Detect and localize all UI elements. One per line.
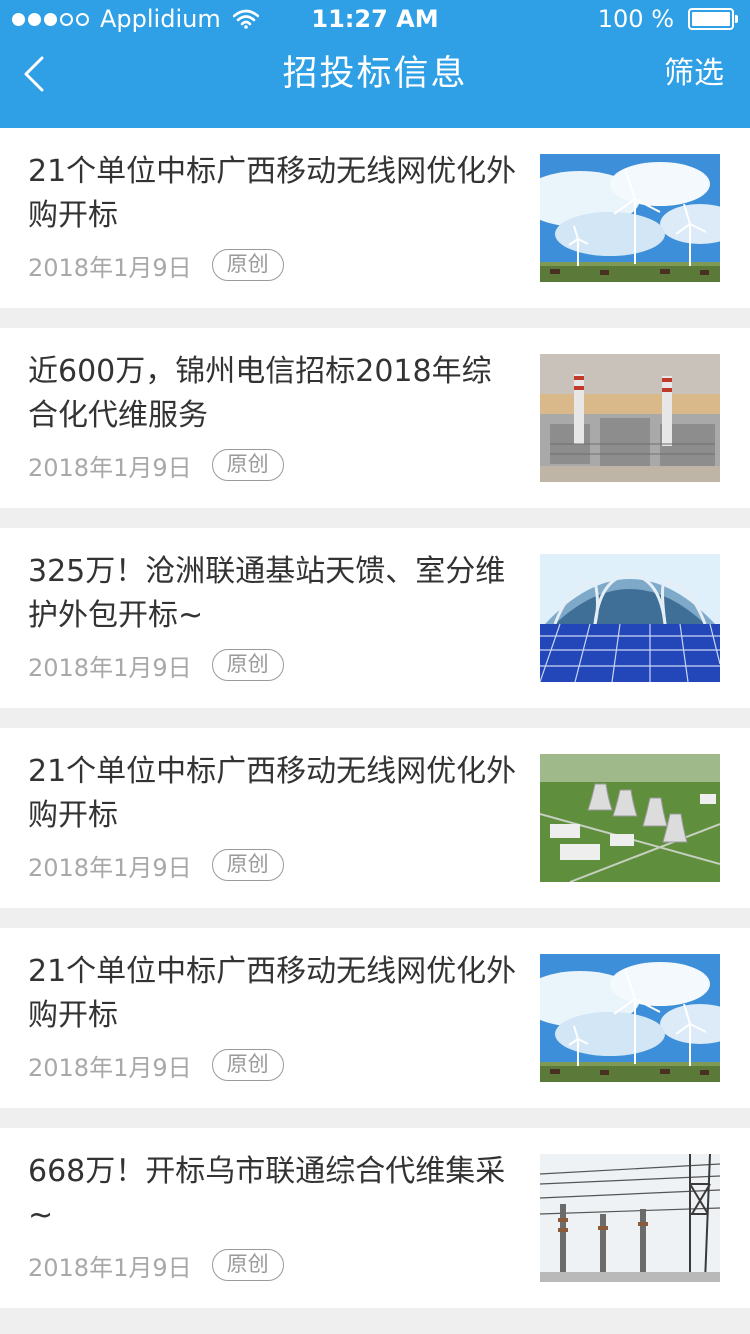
list-item[interactable]: 近600万，锦州电信招标2018年综合化代维服务 2018年1月9日 原创 [0,328,750,508]
article-thumbnail [540,354,720,482]
article-date: 2018年1月9日 [28,1253,192,1282]
article-date: 2018年1月9日 [28,1053,192,1082]
original-tag: 原创 [211,1049,284,1081]
cooling-towers-image [540,754,720,882]
article-title: 近600万，锦州电信招标2018年综合化代维服务 [28,354,492,433]
power-plant-image [540,354,720,482]
article-meta: 2018年1月9日 原创 [28,1048,284,1082]
page-title: 招投标信息 [282,54,468,94]
original-tag: 原创 [211,1249,284,1281]
battery-info: 100 % [597,4,738,34]
list-item[interactable]: 668万！开标乌市联通综合代维集采~ 2018年1月9日 原创 [0,1128,750,1308]
article-date: 2018年1月9日 [28,853,192,882]
original-tag: 原创 [211,249,284,281]
article-title: 21个单位中标广西移动无线网优化外购开标 [28,754,517,833]
article-title: 325万！沧洲联通基站天馈、室分维护外包开标~ [28,554,506,633]
original-tag: 原创 [211,849,284,881]
article-title: 668万！开标乌市联通综合代维集采~ [28,1154,506,1233]
wind-turbines-image [540,154,720,282]
navigation-bar: 招投标信息 筛选 [0,38,750,128]
article-meta: 2018年1月9日 原创 [28,848,284,882]
article-meta: 2018年1月9日 原创 [28,1248,284,1282]
battery-percent: 100 % [597,5,674,33]
article-thumbnail [540,954,720,1082]
article-thumbnail [540,154,720,282]
article-thumbnail [540,554,720,682]
article-thumbnail [540,1154,720,1282]
list-item[interactable]: 325万！沧洲联通基站天馈、室分维护外包开标~ 2018年1月9日 原创 [0,528,750,708]
article-list: 21个单位中标广西移动无线网优化外购开标 2018年1月9日 原创 近600万，… [0,128,750,1328]
article-meta: 2018年1月9日 原创 [28,448,284,482]
article-date: 2018年1月9日 [28,253,192,282]
list-item[interactable]: 21个单位中标广西移动无线网优化外购开标 2018年1月9日 原创 [0,928,750,1108]
article-title: 21个单位中标广西移动无线网优化外购开标 [28,954,517,1033]
original-tag: 原创 [211,649,284,681]
list-item[interactable]: 21个单位中标广西移动无线网优化外购开标 2018年1月9日 原创 [0,728,750,908]
app-header: Applidium 11:27 AM 100 % 招投标信息 筛选 [0,0,750,128]
article-meta: 2018年1月9日 原创 [28,248,284,282]
wind-turbines-image [540,954,720,1082]
article-date: 2018年1月9日 [28,653,192,682]
article-thumbnail [540,754,720,882]
solar-dome-image [540,554,720,682]
status-bar: Applidium 11:27 AM 100 % [0,0,750,38]
list-item[interactable]: 21个单位中标广西移动无线网优化外购开标 2018年1月9日 原创 [0,128,750,308]
article-title: 21个单位中标广西移动无线网优化外购开标 [28,154,517,233]
filter-button[interactable]: 筛选 [664,52,724,96]
battery-icon [688,8,738,30]
substation-image [540,1154,720,1282]
original-tag: 原创 [211,449,284,481]
article-date: 2018年1月9日 [28,453,192,482]
article-meta: 2018年1月9日 原创 [28,648,284,682]
